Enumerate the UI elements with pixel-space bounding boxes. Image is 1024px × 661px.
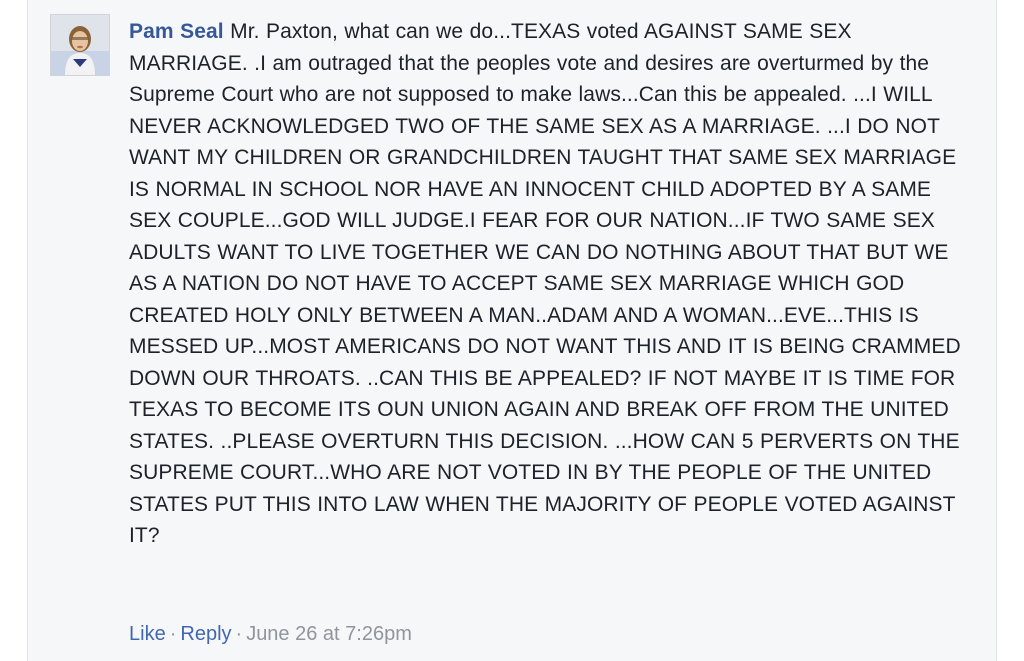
comment-card: Pam Seal Mr. Paxton, what can we do...TE… xyxy=(27,0,997,661)
separator-dot: · xyxy=(235,623,243,645)
profile-photo-icon xyxy=(51,15,109,75)
separator-dot: · xyxy=(169,623,177,645)
comment-text-block: Pam Seal Mr. Paxton, what can we do...TE… xyxy=(129,16,969,552)
avatar[interactable] xyxy=(50,14,110,76)
page-margin xyxy=(0,0,27,661)
like-link[interactable]: Like xyxy=(129,623,166,645)
comment-actions: Like · Reply · June 26 at 7:26pm xyxy=(129,620,412,648)
comment-text: Mr. Paxton, what can we do...TEXAS voted… xyxy=(129,20,961,547)
reply-link[interactable]: Reply xyxy=(180,623,231,645)
author-name-link[interactable]: Pam Seal xyxy=(129,20,224,43)
comment-timestamp[interactable]: June 26 at 7:26pm xyxy=(246,623,412,645)
comment-body: Pam Seal Mr. Paxton, what can we do...TE… xyxy=(129,16,969,552)
